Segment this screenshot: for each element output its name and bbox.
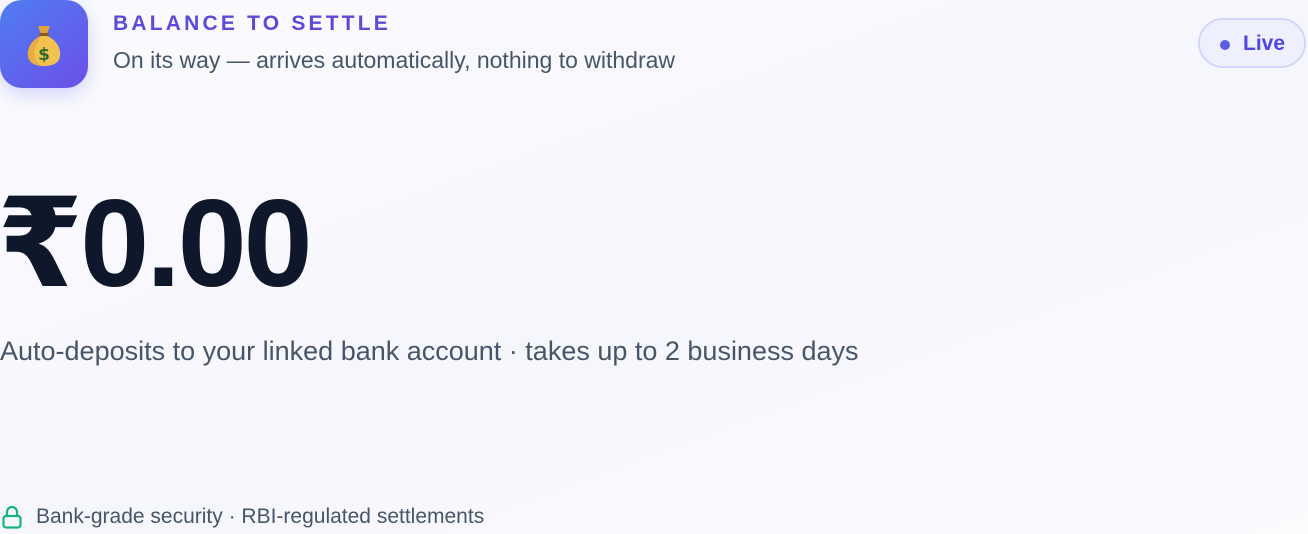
balance-card: $ BALANCE TO SETTLE On its way — arrives… bbox=[0, 0, 1308, 534]
live-status-badge[interactable]: Live bbox=[1198, 18, 1306, 68]
money-bag-icon: $ bbox=[27, 26, 61, 66]
live-dot-icon bbox=[1220, 40, 1230, 50]
app-icon-tile: $ bbox=[0, 0, 88, 88]
section-subtitle: On its way — arrives automatically, noth… bbox=[113, 47, 676, 73]
live-label: Live bbox=[1243, 32, 1286, 55]
lock-icon bbox=[2, 505, 22, 529]
balance-amount: ₹0.00 bbox=[0, 175, 313, 313]
security-note: Bank-grade security · RBI-regulated sett… bbox=[36, 505, 485, 528]
svg-text:$: $ bbox=[38, 45, 50, 65]
balance-note: Auto-deposits to your linked bank accoun… bbox=[0, 336, 859, 366]
section-eyebrow: BALANCE TO SETTLE bbox=[113, 12, 392, 35]
